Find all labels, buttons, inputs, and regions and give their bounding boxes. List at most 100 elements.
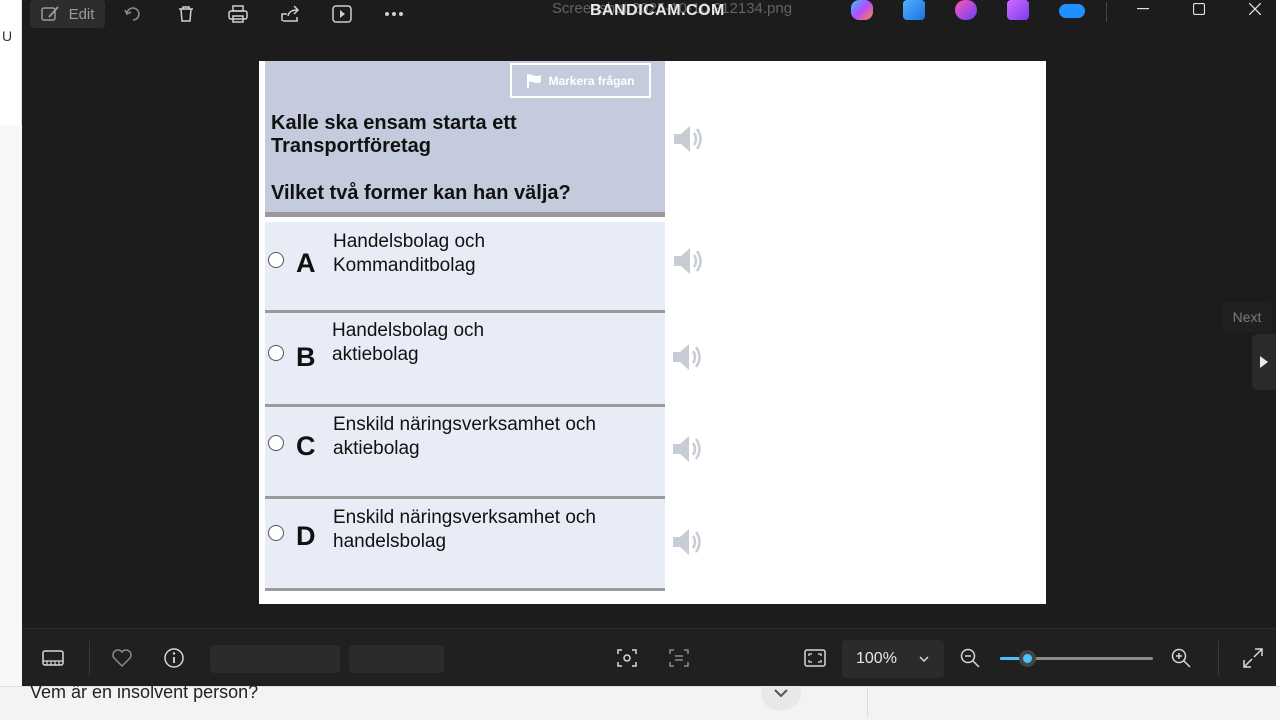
option-a-line-2: Kommanditbolag	[333, 255, 476, 276]
next-image-button[interactable]	[1252, 334, 1276, 390]
edit-button[interactable]: Edit	[30, 0, 105, 28]
scan-text-icon	[669, 649, 689, 667]
next-arrow-icon	[1260, 356, 1268, 368]
more-options-button[interactable]	[383, 0, 405, 28]
background-left-char: U	[2, 28, 13, 44]
option-c-line-2: aktiebolag	[333, 438, 420, 459]
file-info-button[interactable]	[161, 645, 187, 671]
title-bar: Edit Screenshot 2025-10-10 212134.png BA…	[22, 0, 1276, 30]
zoom-slider[interactable]	[1000, 650, 1153, 667]
option-d-line-2: handelsbolag	[333, 531, 447, 552]
question-line-2: Transportföretag	[271, 135, 432, 157]
option-b-speaker-icon[interactable]	[670, 340, 704, 374]
close-icon	[1249, 3, 1261, 15]
more-dots-icon	[385, 12, 403, 16]
option-b-text: Handelsbolag och aktiebolag	[332, 319, 484, 367]
minimize-button[interactable]	[1120, 0, 1166, 18]
zoom-out-icon	[960, 648, 980, 668]
rotate-button[interactable]	[122, 0, 144, 28]
edit-image-icon	[40, 6, 59, 21]
option-c-speaker-icon[interactable]	[670, 432, 704, 466]
question-text: Kalle ska ensam starta ett Transportföre…	[271, 112, 517, 158]
toolbar-divider	[89, 641, 90, 675]
metadata-pill-2	[349, 645, 444, 673]
question-header: Markera frågan Kalle ska ensam starta et…	[265, 61, 665, 217]
zoom-value: 100%	[856, 650, 897, 667]
question-line-3: Vilket två former kan han välja?	[271, 182, 571, 204]
option-c-letter: C	[296, 431, 316, 461]
option-b[interactable]: B Handelsbolag och aktiebolag	[265, 313, 665, 407]
fit-to-window-button[interactable]	[802, 645, 828, 671]
zoom-in-button[interactable]	[1168, 645, 1194, 671]
option-b-line-2: aktiebolag	[332, 344, 419, 365]
metadata-pill-1	[210, 645, 340, 673]
heart-icon	[112, 649, 132, 668]
displayed-image: Markera frågan Kalle ska ensam starta et…	[259, 61, 1046, 604]
slideshow-button[interactable]	[331, 0, 353, 28]
file-title: Screenshot 2025-10-10 212134.png BANDICA…	[542, 0, 802, 19]
zoom-slider-thumb[interactable]	[1019, 650, 1037, 667]
question-speaker-icon[interactable]	[671, 122, 705, 156]
chevron-down-icon	[919, 656, 929, 663]
clipchamp-icon[interactable]	[955, 0, 977, 20]
close-button[interactable]	[1232, 0, 1278, 18]
chevron-down-icon	[774, 689, 788, 698]
option-a[interactable]: A Handelsbolag och Kommanditbolag	[265, 222, 665, 313]
expand-icon	[1243, 648, 1263, 668]
designer-icon[interactable]	[1007, 0, 1029, 20]
filmstrip-button[interactable]	[40, 645, 66, 671]
next-tooltip: Next	[1222, 302, 1272, 332]
info-icon	[164, 648, 184, 668]
bandicam-watermark: BANDICAM.COM	[590, 2, 725, 19]
option-c-text: Enskild näringsverksamhet och aktiebolag	[333, 413, 596, 461]
mark-question-label: Markera frågan	[548, 73, 635, 88]
mark-question-button[interactable]: Markera frågan	[510, 63, 651, 98]
option-c[interactable]: C Enskild näringsverksamhet och aktiebol…	[265, 407, 665, 499]
visual-search-icon	[617, 649, 637, 667]
option-a-speaker-icon[interactable]	[671, 244, 705, 278]
option-c-radio[interactable]	[268, 435, 284, 451]
favorite-button[interactable]	[109, 645, 135, 671]
option-a-text: Handelsbolag och Kommanditbolag	[333, 230, 485, 278]
share-icon	[281, 5, 300, 22]
option-b-letter: B	[296, 342, 316, 372]
option-a-letter: A	[296, 248, 316, 278]
desktop: U Vem är en insolvent person? Edit Scree…	[0, 0, 1280, 720]
flag-icon	[527, 73, 542, 88]
photos-app-icon[interactable]	[903, 0, 925, 20]
print-button[interactable]	[227, 0, 249, 28]
visual-search-button[interactable]	[614, 645, 640, 671]
option-d-radio[interactable]	[268, 525, 284, 541]
background-right-strip	[1276, 0, 1280, 686]
filmstrip-icon	[42, 650, 64, 666]
question-line-1: Kalle ska ensam starta ett	[271, 112, 517, 134]
maximize-button[interactable]	[1176, 0, 1222, 18]
option-d-text: Enskild näringsverksamhet och handelsbol…	[333, 506, 596, 554]
option-b-line-1: Handelsbolag och	[332, 320, 485, 341]
option-b-radio[interactable]	[268, 345, 284, 361]
option-a-line-1: Handelsbolag och	[333, 231, 486, 252]
zoom-level-select[interactable]: 100%	[842, 640, 944, 678]
text-scan-button[interactable]	[666, 645, 692, 671]
option-a-radio[interactable]	[268, 252, 284, 268]
share-button[interactable]	[279, 0, 301, 28]
minimize-icon	[1137, 8, 1149, 10]
background-left-strip: U	[0, 0, 22, 125]
quiz-panel: Markera frågan Kalle ska ensam starta et…	[265, 61, 665, 591]
zoom-out-button[interactable]	[957, 645, 983, 671]
copilot-icon[interactable]	[851, 0, 873, 20]
option-d-letter: D	[296, 521, 316, 551]
edit-label: Edit	[68, 5, 95, 23]
option-c-line-1: Enskild näringsverksamhet och	[333, 414, 596, 435]
trash-icon	[179, 6, 193, 22]
play-icon	[332, 5, 352, 23]
full-screen-button[interactable]	[1240, 645, 1266, 671]
option-d-speaker-icon[interactable]	[670, 525, 704, 559]
option-d[interactable]: D Enskild näringsverksamhet och handelsb…	[265, 499, 665, 591]
onedrive-icon[interactable]	[1059, 4, 1085, 18]
delete-button[interactable]	[175, 0, 197, 28]
fit-window-icon	[804, 649, 826, 667]
toolbar-divider	[1218, 641, 1219, 675]
option-d-line-1: Enskild näringsverksamhet och	[333, 507, 596, 528]
bottom-toolbar: 100%	[22, 628, 1276, 686]
